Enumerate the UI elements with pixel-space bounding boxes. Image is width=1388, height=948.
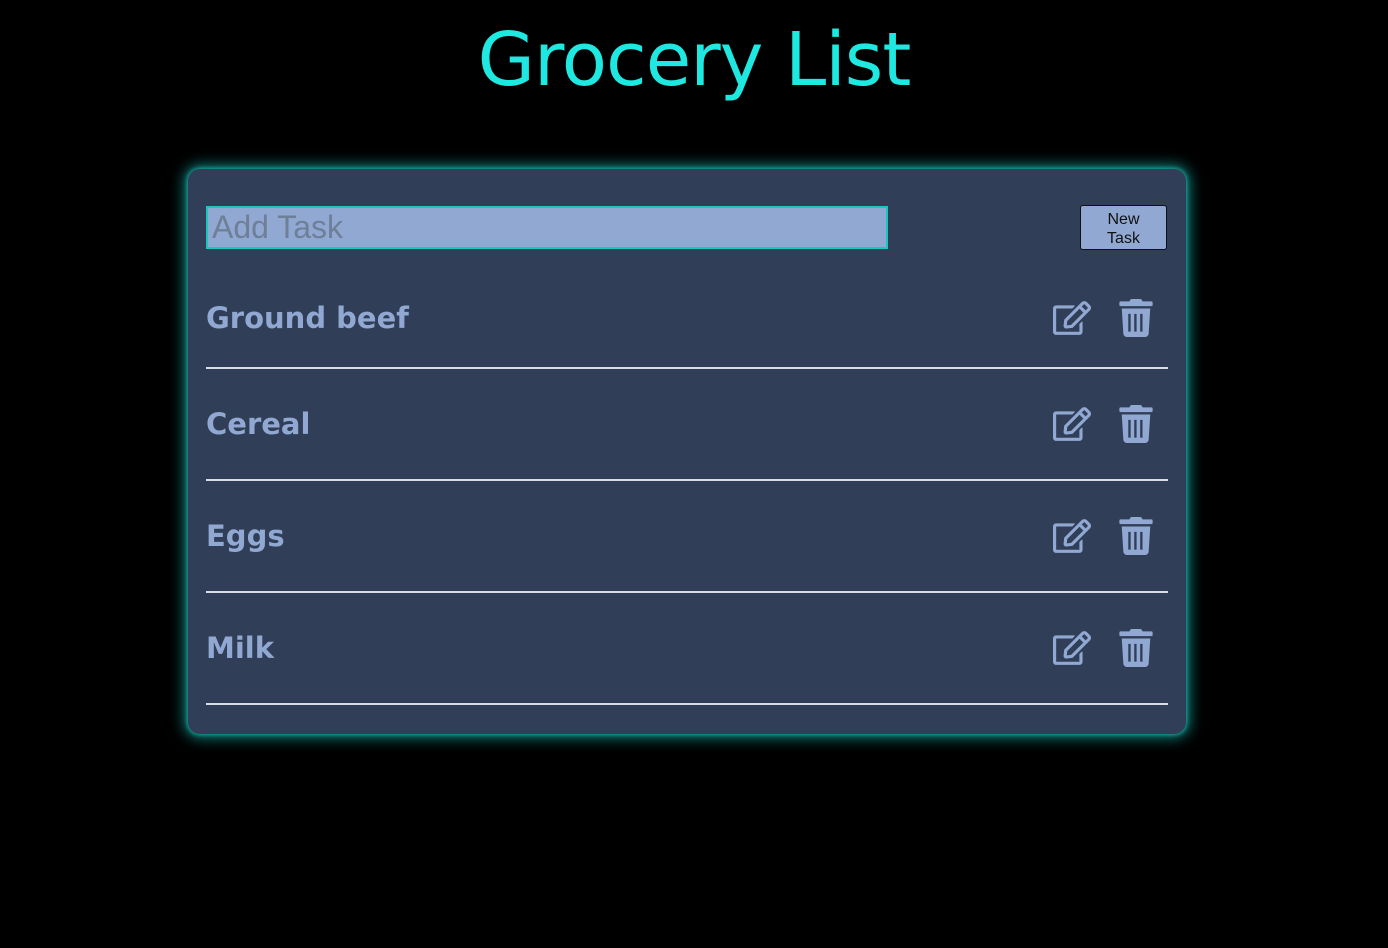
delete-task-button[interactable] [1116, 628, 1156, 668]
task-row: Milk [206, 593, 1168, 705]
task-row: Eggs [206, 481, 1168, 593]
edit-task-button[interactable] [1052, 298, 1092, 338]
task-label: Ground beef [206, 301, 409, 335]
edit-icon [1053, 301, 1091, 335]
trash-icon [1119, 517, 1153, 555]
edit-task-button[interactable] [1052, 516, 1092, 556]
delete-task-button[interactable] [1116, 298, 1156, 338]
add-task-input[interactable] [206, 206, 888, 249]
task-row: Cereal [206, 369, 1168, 481]
edit-task-button[interactable] [1052, 628, 1092, 668]
edit-icon [1053, 631, 1091, 665]
trash-icon [1119, 629, 1153, 667]
edit-icon [1053, 519, 1091, 553]
new-task-label-line2: Task [1107, 229, 1140, 247]
edit-task-button[interactable] [1052, 404, 1092, 444]
trash-icon [1119, 405, 1153, 443]
task-label: Cereal [206, 407, 311, 441]
new-task-button[interactable]: New Task [1080, 205, 1167, 250]
delete-task-button[interactable] [1116, 404, 1156, 444]
task-label: Eggs [206, 519, 285, 553]
delete-task-button[interactable] [1116, 516, 1156, 556]
page-title: Grocery List [477, 17, 912, 103]
task-list: Ground beef Cereal Eggs Milk [206, 269, 1168, 705]
task-row: Ground beef [206, 269, 1168, 369]
grocery-list-card: New Task Ground beef Cereal Eggs [188, 169, 1186, 734]
task-label: Milk [206, 631, 275, 665]
edit-icon [1053, 407, 1091, 441]
new-task-label-line1: New [1107, 210, 1140, 228]
trash-icon [1119, 299, 1153, 337]
